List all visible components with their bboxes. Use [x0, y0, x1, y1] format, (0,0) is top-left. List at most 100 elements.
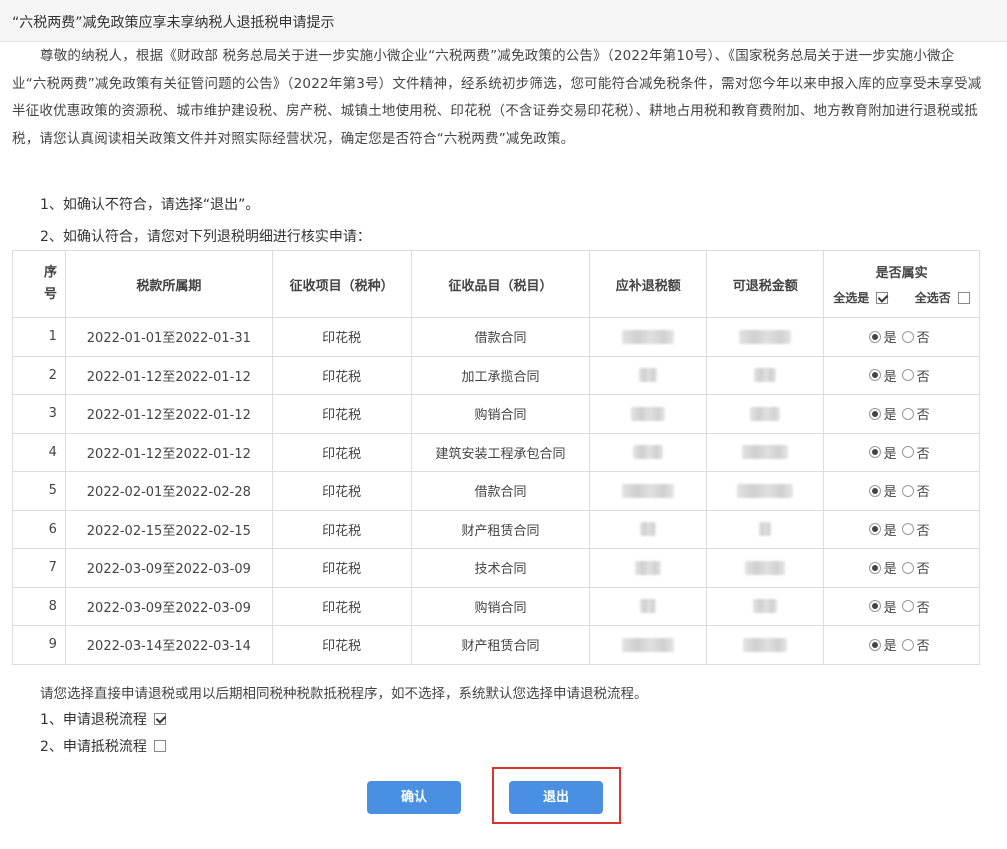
table-row: 4 2022-01-12至2022-01-12 印花税 建筑安装工程承包合同是否 [12, 432, 980, 472]
header-confirm: 是否属实 全选是 全选否 [823, 250, 980, 318]
cell-subitem: 建筑安装工程承包合同 [410, 432, 591, 472]
radio-yes[interactable] [868, 484, 881, 497]
cell-refund-due [589, 625, 708, 665]
radio-no-label: 否 [916, 331, 930, 347]
select-all-no-checkbox[interactable] [957, 291, 970, 304]
cell-item: 印花税 [271, 586, 412, 626]
radio-no[interactable] [901, 330, 914, 343]
cell-refund-due [589, 548, 708, 588]
radio-yes[interactable] [868, 369, 881, 382]
radio-no[interactable] [901, 369, 914, 382]
cell-refundable [706, 355, 825, 395]
redacted-amount [631, 406, 666, 421]
radio-yes[interactable] [868, 638, 881, 651]
header-item: 征收项目（税种） [271, 250, 412, 318]
cell-item: 印花税 [271, 471, 412, 511]
header-seq: 序号 [12, 250, 66, 318]
table-header-row: 序号 税款所属期 征收项目（税种） 征收品目（税目） 应补退税额 可退税金额 是… [12, 250, 980, 318]
radio-no-label: 否 [916, 408, 930, 424]
radio-yes-label: 是 [883, 369, 897, 385]
confirm-button[interactable]: 确认 [367, 781, 461, 814]
redacted-amount [635, 560, 662, 575]
cell-seq: 4 [12, 432, 66, 472]
radio-yes[interactable] [868, 561, 881, 574]
radio-no[interactable] [901, 638, 914, 651]
cell-subitem: 购销合同 [410, 394, 591, 434]
redacted-amount [753, 599, 778, 614]
cell-refund-due [589, 355, 708, 395]
cell-subitem: 财产租赁合同 [410, 625, 591, 665]
radio-no[interactable] [901, 407, 914, 420]
redacted-amount [739, 329, 792, 344]
cell-subitem: 财产租赁合同 [410, 509, 591, 549]
option-refund: 1、申请退税流程 [40, 709, 167, 729]
cell-period: 2022-03-14至2022-03-14 [64, 625, 273, 665]
cell-seq: 9 [12, 625, 66, 665]
cell-subitem: 购销合同 [410, 586, 591, 626]
cell-refundable [706, 394, 825, 434]
option-refund-checkbox[interactable] [154, 713, 167, 725]
redacted-amount [622, 329, 675, 344]
cell-refundable [706, 509, 825, 549]
cell-subitem: 加工承揽合同 [410, 355, 591, 395]
cell-seq: 2 [12, 355, 66, 395]
select-all-no-label: 全选否 [914, 291, 951, 305]
refund-table: 序号 税款所属期 征收项目（税种） 征收品目（税目） 应补退税额 可退税金额 是… [12, 250, 980, 665]
cell-refundable [706, 625, 825, 665]
radio-no-label: 否 [916, 446, 930, 462]
cell-period: 2022-03-09至2022-03-09 [64, 548, 273, 588]
radio-yes-label: 是 [883, 408, 897, 424]
option-refund-label: 1、申请退税流程 [40, 712, 147, 728]
cell-period: 2022-01-01至2022-01-31 [64, 317, 273, 357]
radio-no[interactable] [901, 523, 914, 536]
radio-yes[interactable] [868, 446, 881, 459]
table-row: 2 2022-01-12至2022-01-12 印花税 加工承揽合同是否 [12, 355, 980, 395]
option-offset-checkbox[interactable] [154, 740, 167, 752]
cell-period: 2022-02-15至2022-02-15 [64, 509, 273, 549]
cell-seq: 8 [12, 586, 66, 626]
radio-no[interactable] [901, 561, 914, 574]
cell-refundable [706, 432, 825, 472]
radio-yes-label: 是 [883, 562, 897, 578]
cell-refund-due [589, 432, 708, 472]
redacted-amount [750, 406, 781, 421]
radio-no[interactable] [901, 484, 914, 497]
radio-yes[interactable] [868, 330, 881, 343]
redacted-amount [742, 445, 789, 460]
table-row: 8 2022-03-09至2022-03-09 印花税 购销合同是否 [12, 586, 980, 626]
radio-no[interactable] [901, 446, 914, 459]
cell-confirm: 是否 [823, 432, 980, 472]
cell-confirm: 是否 [823, 394, 980, 434]
radio-no[interactable] [901, 600, 914, 613]
cell-refundable [706, 317, 825, 357]
redacted-amount [743, 637, 788, 652]
cell-item: 印花税 [271, 355, 412, 395]
dialog-title: “六税两费”减免政策应享未享纳税人退抵税申请提示 [0, 0, 1007, 42]
cell-period: 2022-01-12至2022-01-12 [64, 355, 273, 395]
select-all-yes-checkbox[interactable] [876, 291, 889, 304]
redacted-amount [745, 560, 786, 575]
redacted-amount [754, 368, 777, 383]
table-row: 6 2022-02-15至2022-02-15 印花税 财产租赁合同是否 [12, 509, 980, 549]
intro-text: 尊敬的纳税人，根据《财政部 税务总局关于进一步实施小微企业“六税两费”减免政策的… [12, 48, 982, 147]
table-row: 3 2022-01-12至2022-01-12 印花税 购销合同是否 [12, 394, 980, 434]
radio-yes[interactable] [868, 407, 881, 420]
radio-yes[interactable] [868, 523, 881, 536]
step-2-text: 2、如确认符合，请您对下列退税明细进行核实申请： [40, 229, 371, 245]
cell-confirm: 是否 [823, 586, 980, 626]
cell-refundable [706, 471, 825, 511]
radio-yes-label: 是 [883, 485, 897, 501]
step-1-text: 1、如确认不符合，请选择“退出”。 [40, 197, 260, 213]
radio-yes[interactable] [868, 600, 881, 613]
table-row: 5 2022-02-01至2022-02-28 印花税 借款合同是否 [12, 471, 980, 511]
header-period: 税款所属期 [64, 250, 273, 318]
cell-seq: 1 [12, 317, 66, 357]
cell-confirm: 是否 [823, 317, 980, 357]
cell-seq: 3 [12, 394, 66, 434]
cell-refundable [706, 548, 825, 588]
header-confirm-label: 是否属实 [875, 266, 928, 281]
header-refundable: 可退税金额 [706, 250, 825, 318]
cell-confirm: 是否 [823, 548, 980, 588]
cell-refundable [706, 586, 825, 626]
option-offset-label: 2、申请抵税流程 [40, 739, 147, 755]
